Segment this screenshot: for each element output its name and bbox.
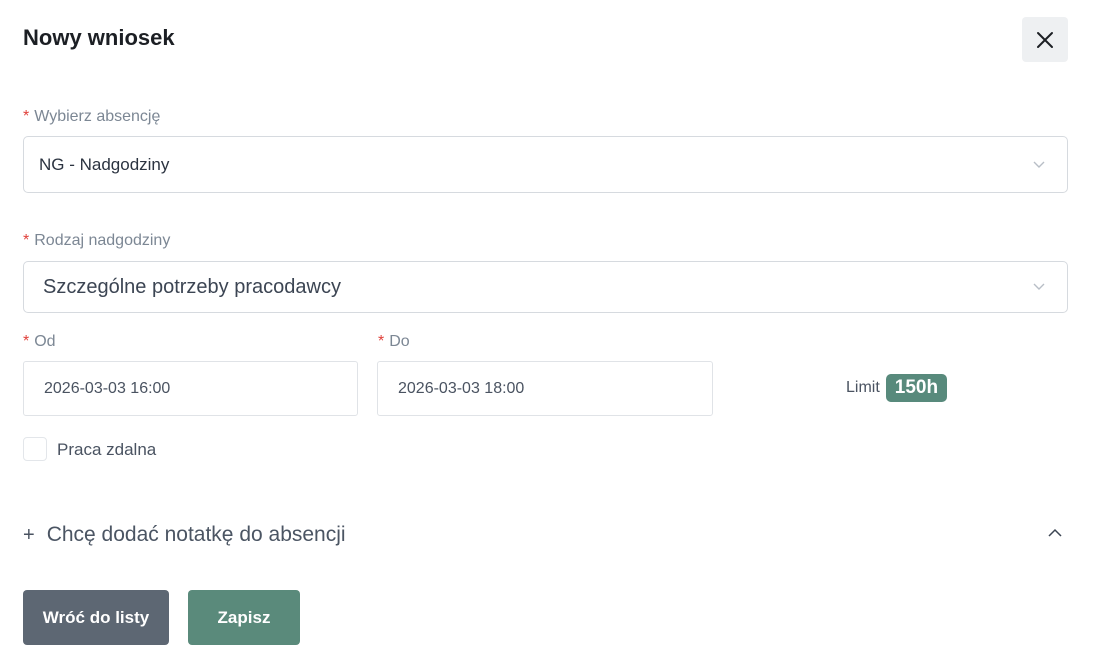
required-mark: *	[23, 232, 30, 249]
required-mark: *	[23, 333, 30, 350]
add-note-label: Chcę dodać notatkę do absencji	[46, 523, 346, 546]
limit-label: Limit	[846, 379, 880, 396]
to-label-text: Do	[389, 333, 410, 350]
plus-icon: +	[23, 523, 35, 546]
back-to-list-button[interactable]: Wróć do listy	[23, 590, 169, 645]
overtime-type-label: * Rodzaj nadgodziny	[23, 232, 170, 250]
absence-label: * Wybierz absencję	[23, 108, 160, 126]
from-datetime-input[interactable]: 2026-03-03 16:00	[23, 361, 358, 416]
from-label: * Od	[23, 333, 56, 351]
limit-badge: 150h	[885, 374, 948, 402]
add-note-toggle[interactable]: + Chcę dodać notatkę do absencji	[23, 523, 346, 547]
overtime-type-label-text: Rodzaj nadgodziny	[34, 232, 171, 249]
modal-title: Nowy wniosek	[23, 25, 175, 50]
required-mark: *	[378, 333, 385, 350]
chevron-down-icon	[1033, 161, 1045, 168]
overtime-type-select-value: Szczególne potrzeby pracodawcy	[43, 275, 341, 298]
absence-label-text: Wybierz absencję	[34, 108, 161, 125]
absence-select-value: NG - Nadgodziny	[39, 154, 170, 174]
absence-select[interactable]: NG - Nadgodziny	[23, 136, 1068, 193]
to-datetime-input[interactable]: 2026-03-03 18:00	[377, 361, 713, 416]
overtime-type-select[interactable]: Szczególne potrzeby pracodawcy	[23, 261, 1068, 313]
remote-work-checkbox[interactable]	[23, 437, 47, 461]
remote-work-label[interactable]: Praca zdalna	[57, 440, 156, 460]
chevron-up-icon[interactable]	[1048, 528, 1062, 538]
close-icon	[1037, 31, 1053, 48]
chevron-down-icon	[1033, 283, 1045, 290]
close-button[interactable]	[1022, 17, 1068, 62]
save-button[interactable]: Zapisz	[188, 590, 300, 645]
from-label-text: Od	[34, 333, 56, 350]
limit-indicator: Limit 150h	[846, 374, 948, 402]
required-mark: *	[23, 108, 30, 125]
to-label: * Do	[378, 333, 410, 351]
